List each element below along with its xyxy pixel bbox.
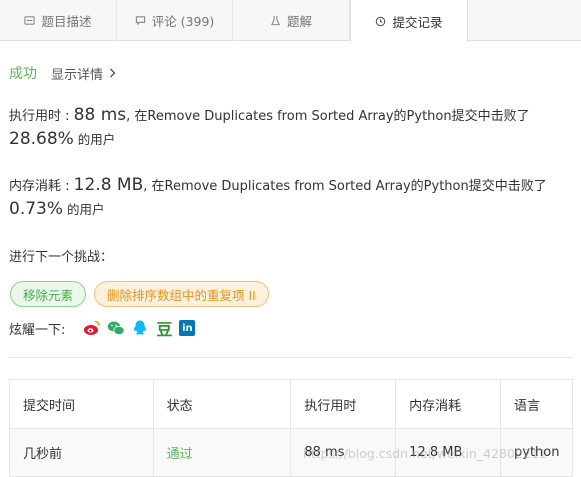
tab-submissions[interactable]: 提交记录 xyxy=(350,0,468,42)
wechat-icon[interactable] xyxy=(107,319,125,337)
runtime-percent: 28.68% xyxy=(9,129,74,149)
runtime-value: 88 ms xyxy=(73,105,127,125)
flask-icon xyxy=(270,15,281,26)
douban-icon[interactable]: 豆 xyxy=(155,319,173,339)
clock-icon xyxy=(376,16,386,26)
memory-desc: , 在Remove Duplicates from Sorted Array的P… xyxy=(143,179,547,194)
weibo-icon[interactable] xyxy=(83,319,101,337)
cell-submit-time: 几秒前 xyxy=(9,428,154,477)
memory-value: 12.8 MB xyxy=(73,175,144,195)
status-success-text: 成功 xyxy=(9,66,37,82)
tab-description[interactable]: 题目描述 xyxy=(0,0,117,41)
table-row: 几秒前 通过 88 ms 12.8 MB python xyxy=(9,428,573,477)
qq-icon[interactable] xyxy=(131,319,149,337)
runtime-desc: , 在Remove Duplicates from Sorted Array的P… xyxy=(126,109,530,124)
memory-result: 内存消耗 : 12.8 MB, 在Remove Duplicates from … xyxy=(9,174,574,222)
table-header-row: 提交时间 状态 执行用时 内存消耗 语言 xyxy=(9,379,573,429)
col-language: 语言 xyxy=(500,379,573,429)
linkedin-icon[interactable]: in xyxy=(179,320,196,336)
col-memory: 内存消耗 xyxy=(395,379,501,429)
cell-memory: 12.8 MB xyxy=(395,428,501,477)
share-row: 炫耀一下: 豆 in xyxy=(9,318,201,339)
tab-bar: 题目描述 评论 (399) 题解 提交记录 xyxy=(0,0,581,42)
col-runtime: 执行用时 xyxy=(290,379,397,429)
tab-comments[interactable]: 评论 (399) xyxy=(117,0,233,41)
runtime-label: 执行用时 : xyxy=(9,109,74,124)
tab-submissions-label: 提交记录 xyxy=(392,14,443,30)
memory-suffix: 的用户 xyxy=(63,202,105,217)
runtime-result: 执行用时 : 88 ms, 在Remove Duplicates from So… xyxy=(9,104,574,152)
show-details-label: 显示详情 xyxy=(51,67,104,83)
status-pass-link[interactable]: 通过 xyxy=(167,447,193,462)
next-challenge-title: 进行下一个挑战： xyxy=(9,250,114,265)
tab-comments-label: 评论 (399) xyxy=(151,14,215,29)
share-label: 炫耀一下: xyxy=(9,322,66,338)
douban-glyph: 豆 xyxy=(156,320,173,339)
linkedin-glyph: in xyxy=(182,322,193,334)
runtime-suffix: 的用户 xyxy=(73,132,116,147)
challenge-chip-remove-element[interactable]: 移除元素 xyxy=(10,281,87,307)
chevron-right-icon xyxy=(110,68,116,78)
section-divider xyxy=(9,357,573,358)
next-challenge-list: 移除元素 删除排序数组中的重复项 II xyxy=(10,281,269,307)
cell-language: python xyxy=(500,428,573,477)
memory-percent: 0.73% xyxy=(9,199,64,219)
submission-status: 成功 显示详情 xyxy=(9,62,116,84)
tab-solutions[interactable]: 题解 xyxy=(233,0,350,41)
comment-icon xyxy=(135,16,145,26)
cell-runtime: 88 ms xyxy=(290,428,397,477)
tab-solutions-label: 题解 xyxy=(286,14,312,29)
cell-status: 通过 xyxy=(152,428,292,477)
submissions-table: 提交时间 状态 执行用时 内存消耗 语言 几秒前 通过 88 ms 12.8 M… xyxy=(9,379,573,477)
memory-label: 内存消耗 : xyxy=(9,179,74,194)
col-status: 状态 xyxy=(152,379,292,429)
tab-description-label: 题目描述 xyxy=(41,14,92,29)
col-submit-time: 提交时间 xyxy=(9,379,154,429)
show-details-link[interactable]: 显示详情 xyxy=(51,64,116,83)
description-icon xyxy=(24,16,36,25)
challenge-chip-remove-duplicates-ii[interactable]: 删除排序数组中的重复项 II xyxy=(94,281,269,307)
